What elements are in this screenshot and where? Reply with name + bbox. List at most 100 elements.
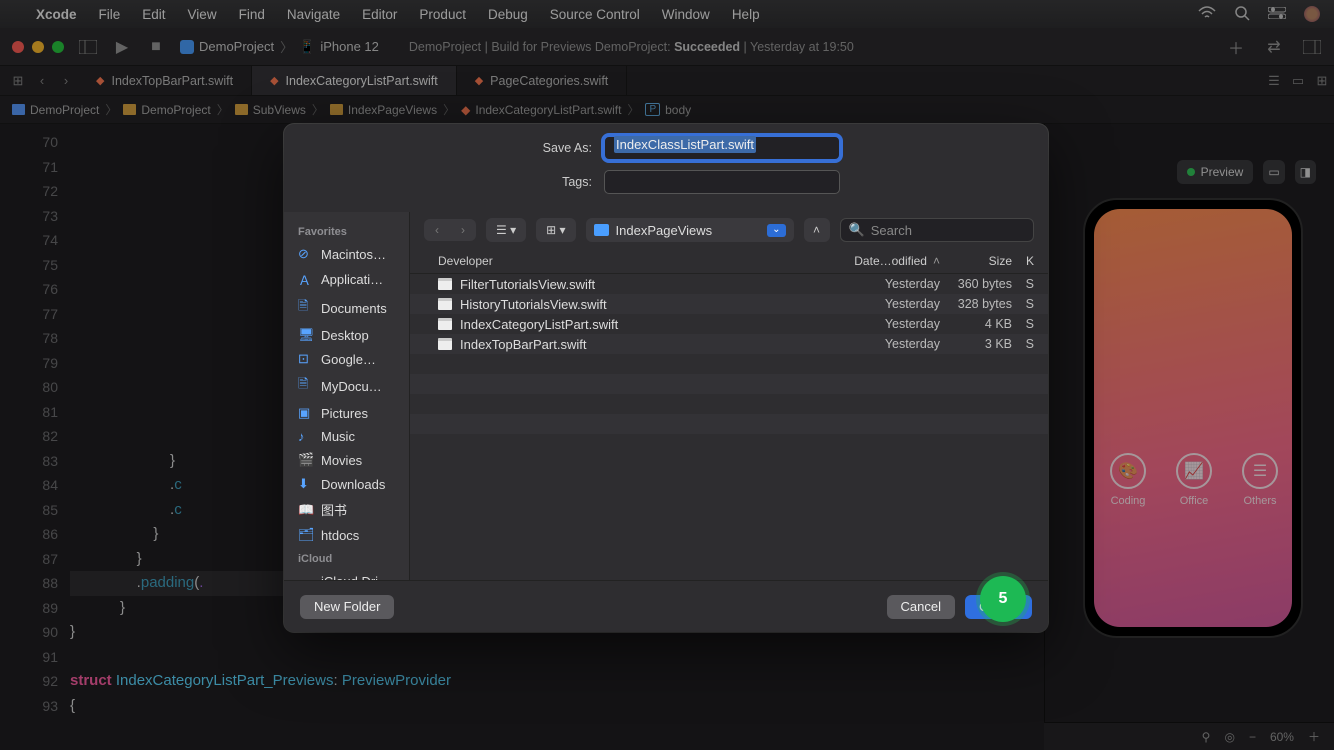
folder-icon [123, 104, 136, 115]
spotlight-icon[interactable] [1234, 5, 1250, 24]
menu-sourcecontrol[interactable]: Source Control [550, 7, 640, 22]
tab-pagecategories[interactable]: ◆PageCategories.swift [457, 66, 628, 95]
search-field[interactable]: 🔍Search [840, 218, 1034, 242]
preview-device-icon[interactable]: ▭ [1263, 160, 1284, 184]
saveas-field[interactable]: IndexClassListPart.swift [604, 136, 840, 160]
sidebar-icon: 🗎 [298, 375, 313, 397]
editor-options-icon[interactable]: ☰ [1262, 66, 1286, 95]
inspector-toggle-icon[interactable] [1302, 37, 1322, 57]
location-popup[interactable]: IndexPageViews⌄ [586, 218, 794, 242]
pin-icon[interactable]: ⚲ [1202, 730, 1211, 744]
sidebar-icon: 🗎 [298, 297, 313, 319]
wifi-icon[interactable] [1198, 6, 1216, 23]
dialog-sidebar: Favorites ⊘Macintos…ＡApplicati…🗎Document… [284, 212, 410, 580]
menu-file[interactable]: File [99, 7, 121, 22]
center-icon[interactable]: ◎ [1224, 730, 1234, 744]
zoom-in-icon[interactable]: ＋ [1308, 728, 1320, 745]
menu-edit[interactable]: Edit [142, 7, 165, 22]
minimize-window-button[interactable] [32, 41, 44, 53]
breadcrumb[interactable]: DemoProject〉 DemoProject〉 SubViews〉 Inde… [0, 96, 1334, 124]
file-row[interactable]: HistoryTutorialsView.swiftYesterday328 b… [410, 294, 1048, 314]
control-center-icon[interactable] [1268, 7, 1286, 22]
icloud-header: iCloud [284, 547, 409, 569]
file-list[interactable]: FilterTutorialsView.swiftYesterday360 by… [410, 274, 1048, 580]
user-icon[interactable] [1304, 6, 1320, 22]
menu-window[interactable]: Window [662, 7, 710, 22]
sidebar-toggle-icon[interactable] [78, 37, 98, 57]
col-size[interactable]: Size [940, 254, 1012, 268]
col-developer[interactable]: Developer [438, 254, 850, 268]
cancel-button[interactable]: Cancel [887, 595, 955, 619]
menu-help[interactable]: Help [732, 7, 760, 22]
device-name: iPhone 12 [320, 39, 379, 54]
sidebar-icon: 🖥 [298, 327, 313, 343]
preview-button[interactable]: Preview [1177, 160, 1254, 184]
xcode-toolbar: ▶ ■ DemoProject 〉 📱iPhone 12 DemoProject… [0, 28, 1334, 66]
swift-file-icon: ◆ [270, 74, 278, 87]
file-list-header[interactable]: Developer Date…odified˄ Size K [410, 248, 1048, 274]
menu-product[interactable]: Product [419, 7, 466, 22]
file-row[interactable]: IndexCategoryListPart.swiftYesterday4 KB… [410, 314, 1048, 334]
menu-view[interactable]: View [188, 7, 217, 22]
swift-file-icon: ◆ [96, 74, 104, 87]
sidebar-item[interactable]: ♪Music [284, 425, 409, 448]
nav-forward-icon[interactable]: › [54, 66, 78, 95]
project-icon [12, 104, 25, 115]
sidebar-item[interactable]: 📖图书 [284, 496, 409, 523]
new-folder-button[interactable]: New Folder [300, 595, 394, 619]
sidebar-item[interactable]: 🗎MyDocu… [284, 371, 409, 401]
col-date[interactable]: Date…odified [854, 254, 927, 268]
folder-icon [330, 104, 343, 115]
cursor-badge: 5 [980, 576, 1026, 622]
app-name[interactable]: Xcode [36, 7, 77, 22]
sidebar-item[interactable]: 🗎Documents [284, 293, 409, 323]
sidebar-icon: 🎬 [298, 452, 313, 468]
nav-buttons[interactable]: ‹› [424, 219, 476, 241]
sidebar-item[interactable]: ⊘Macintos… [284, 242, 409, 266]
scheme-selector[interactable]: DemoProject 〉 📱iPhone 12 [180, 37, 379, 56]
menu-navigate[interactable]: Navigate [287, 7, 340, 22]
sidebar-item-icloud[interactable]: ☁iCloud Dri… [284, 569, 409, 580]
tab-indextopbarpart[interactable]: ◆IndexTopBarPart.swift [78, 66, 252, 95]
back-icon[interactable]: ‹ [424, 219, 450, 241]
sidebar-item[interactable]: ⬇Downloads [284, 472, 409, 496]
sidebar-item[interactable]: ▣Pictures [284, 401, 409, 425]
saveas-label: Save As: [543, 141, 592, 155]
line-gutter: 7071727374757677787980818283848586878889… [0, 124, 70, 750]
nav-back-icon[interactable]: ‹ [30, 66, 54, 95]
split-icon[interactable]: ⊞ [1310, 66, 1334, 95]
zoom-out-icon[interactable]: − [1249, 730, 1256, 744]
sidebar-item[interactable]: 🎬Movies [284, 448, 409, 472]
stop-button[interactable]: ■ [146, 37, 166, 57]
menubar: Xcode File Edit View Find Navigate Edito… [0, 0, 1334, 28]
sidebar-item[interactable]: 🗂htdocs [284, 523, 409, 547]
grid-icon[interactable]: ⊞ [6, 66, 30, 95]
tab-indexcategorylistpart[interactable]: ◆IndexCategoryListPart.swift [252, 66, 457, 95]
close-window-button[interactable] [12, 41, 24, 53]
add-icon[interactable]: ＋ [1226, 37, 1246, 57]
sidebar-item[interactable]: ⊡Google… [284, 347, 409, 371]
file-row[interactable]: IndexTopBarPart.swiftYesterday3 KBS [410, 334, 1048, 354]
preview-inspect-icon[interactable]: ◨ [1295, 160, 1316, 184]
chart-icon: 📈 [1176, 453, 1212, 489]
property-icon: P [645, 103, 660, 116]
grid-view-icon[interactable]: ⊞ ▾ [539, 221, 572, 239]
zoom-level[interactable]: 60% [1270, 730, 1294, 744]
menu-find[interactable]: Find [239, 7, 265, 22]
sidebar-item[interactable]: ＡApplicati… [284, 266, 409, 293]
col-kind[interactable]: K [1012, 254, 1034, 268]
tags-label: Tags: [562, 175, 592, 189]
canvas-icon[interactable]: ▭ [1286, 66, 1310, 95]
file-row[interactable]: FilterTutorialsView.swiftYesterday360 by… [410, 274, 1048, 294]
forward-icon[interactable]: › [450, 219, 476, 241]
run-button[interactable]: ▶ [112, 37, 132, 57]
list-view-icon[interactable]: ☰ ▾ [489, 221, 523, 239]
menu-debug[interactable]: Debug [488, 7, 528, 22]
sidebar-icon: 🗂 [298, 527, 313, 543]
maximize-window-button[interactable] [52, 41, 64, 53]
sidebar-item[interactable]: 🖥Desktop [284, 323, 409, 347]
library-icon[interactable]: ⇄ [1264, 37, 1284, 57]
menu-editor[interactable]: Editor [362, 7, 397, 22]
tags-field[interactable] [604, 170, 840, 194]
expand-icon[interactable]: ˄ [804, 218, 830, 242]
